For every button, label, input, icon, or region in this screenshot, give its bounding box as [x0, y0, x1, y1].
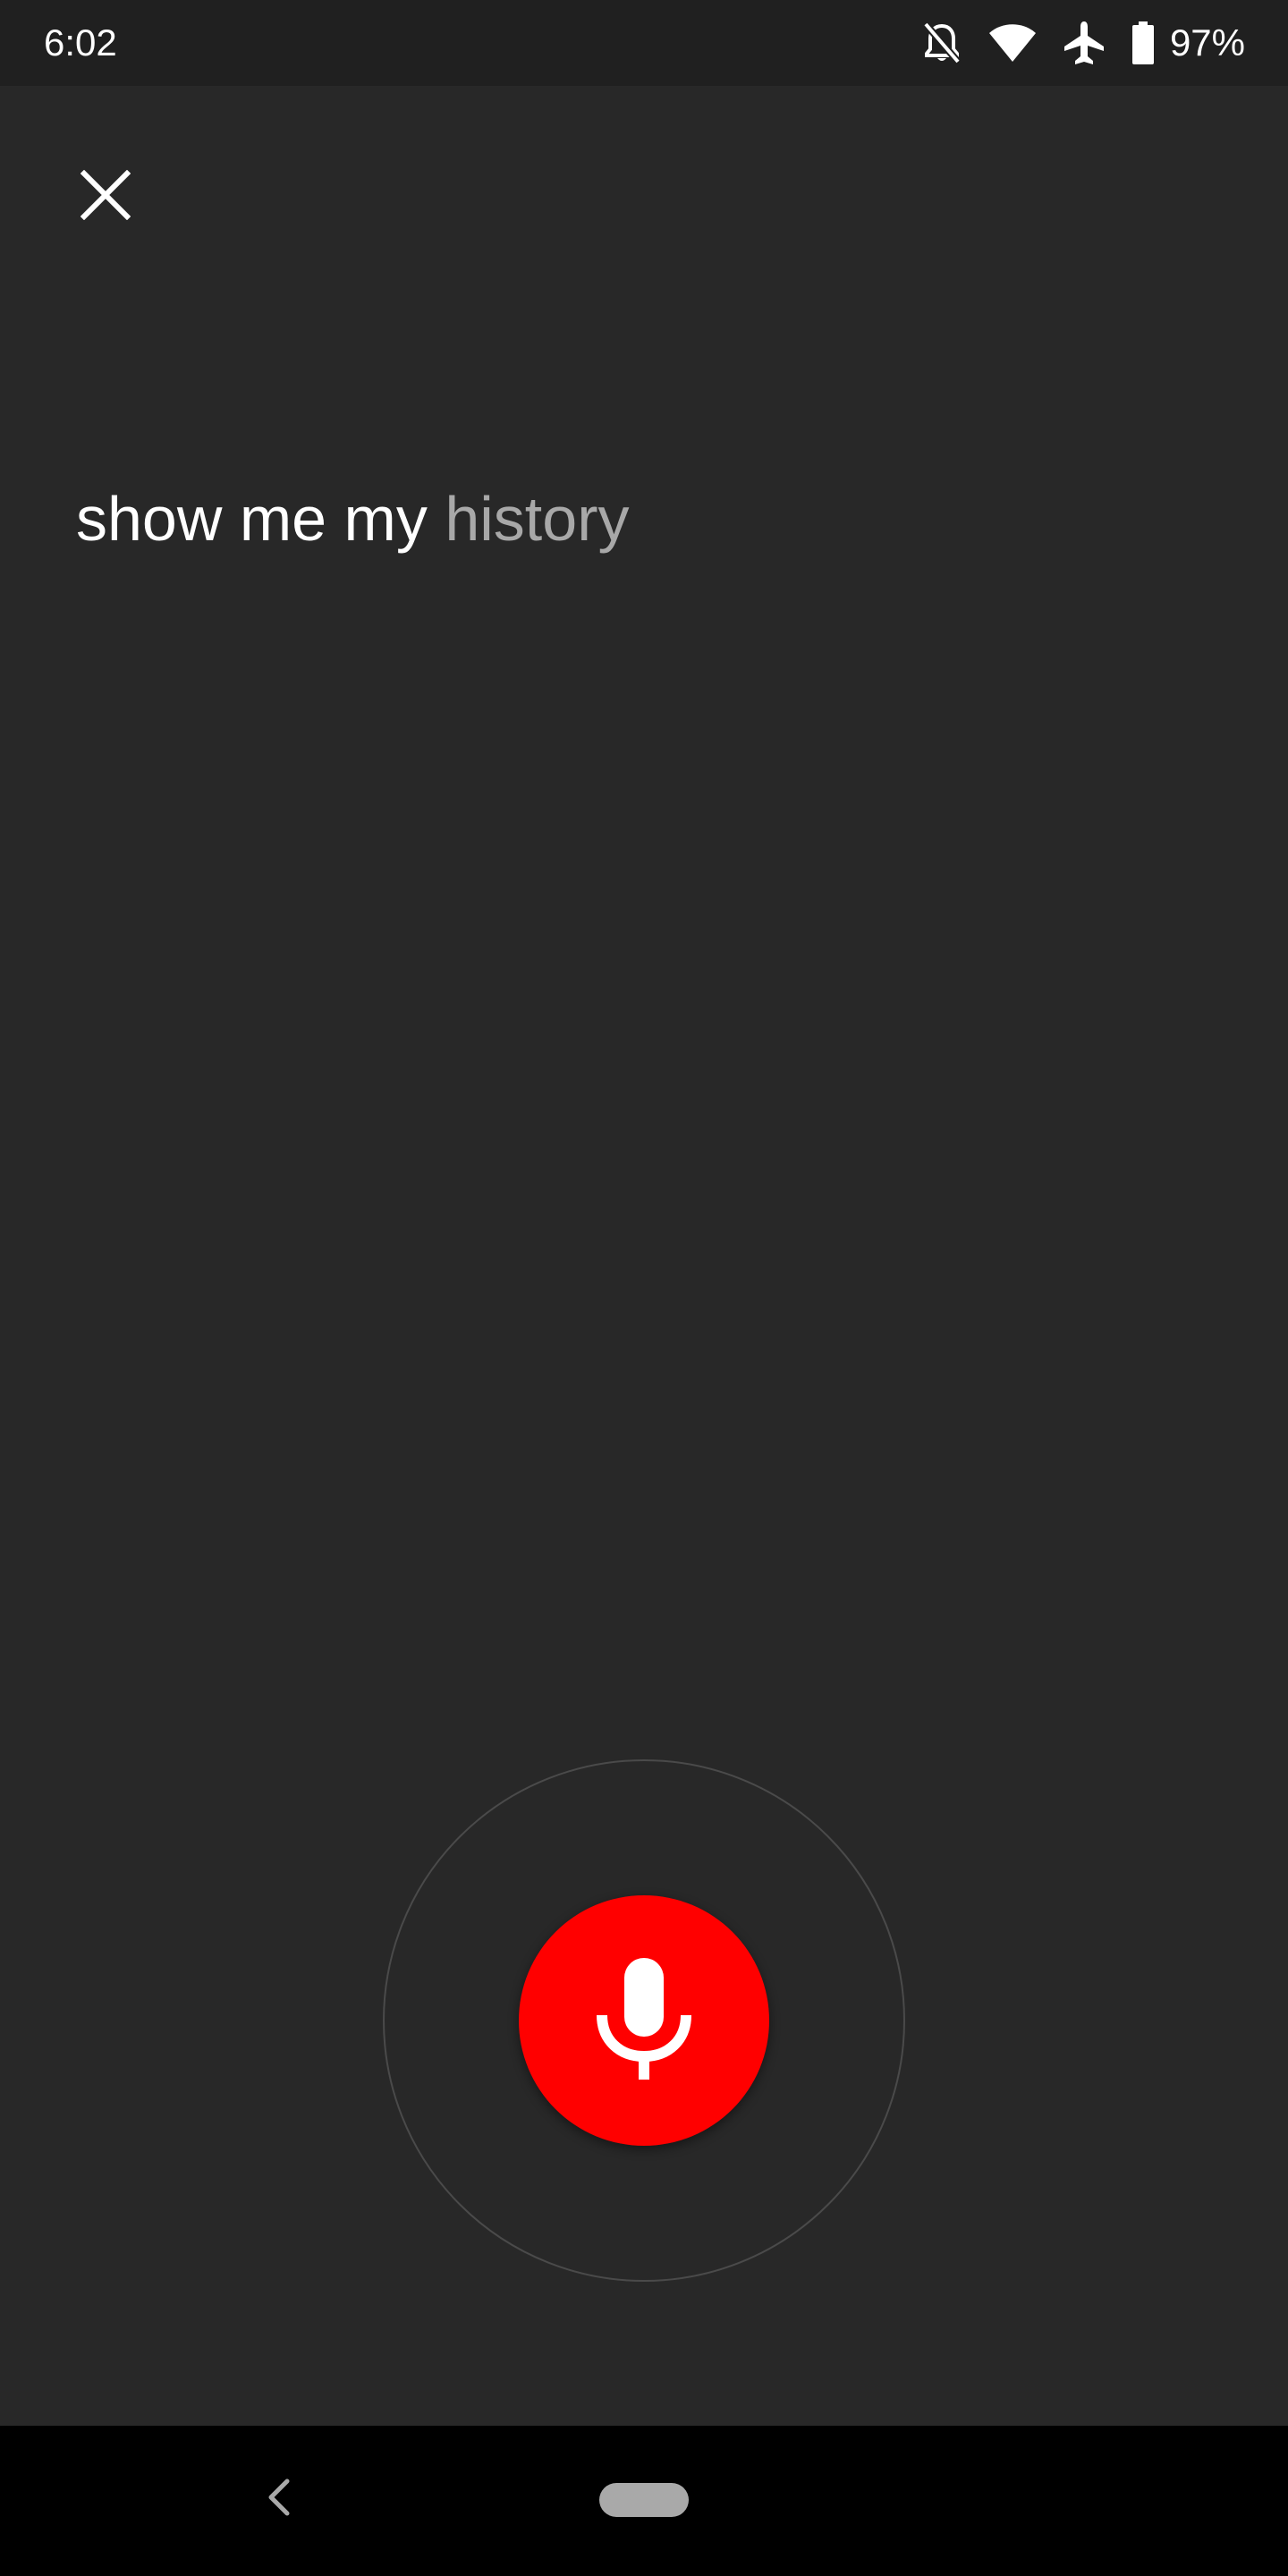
microphone-button[interactable]	[519, 1895, 769, 2146]
status-time: 6:02	[44, 21, 117, 64]
airplane-mode-icon	[1063, 20, 1106, 66]
query-recognized-text: show me my	[76, 484, 428, 554]
back-icon	[266, 2478, 292, 2521]
close-button[interactable]	[70, 161, 141, 233]
home-button[interactable]	[599, 2483, 689, 2517]
microphone-icon	[595, 1956, 693, 2086]
notifications-off-icon	[921, 21, 962, 65]
voice-search-screen: 6:02 97% show me my history	[0, 0, 1288, 2576]
query-partial-text: history	[445, 484, 630, 554]
status-bar: 6:02 97%	[0, 0, 1288, 86]
battery-percentage: 97%	[1169, 21, 1245, 64]
navigation-bar	[0, 2426, 1288, 2576]
battery-icon	[1131, 21, 1156, 65]
wifi-icon	[987, 22, 1038, 64]
voice-query-text: show me my history	[76, 479, 630, 559]
close-icon	[80, 169, 131, 225]
status-icons: 97%	[896, 16, 1245, 70]
back-button[interactable]	[250, 2470, 308, 2528]
